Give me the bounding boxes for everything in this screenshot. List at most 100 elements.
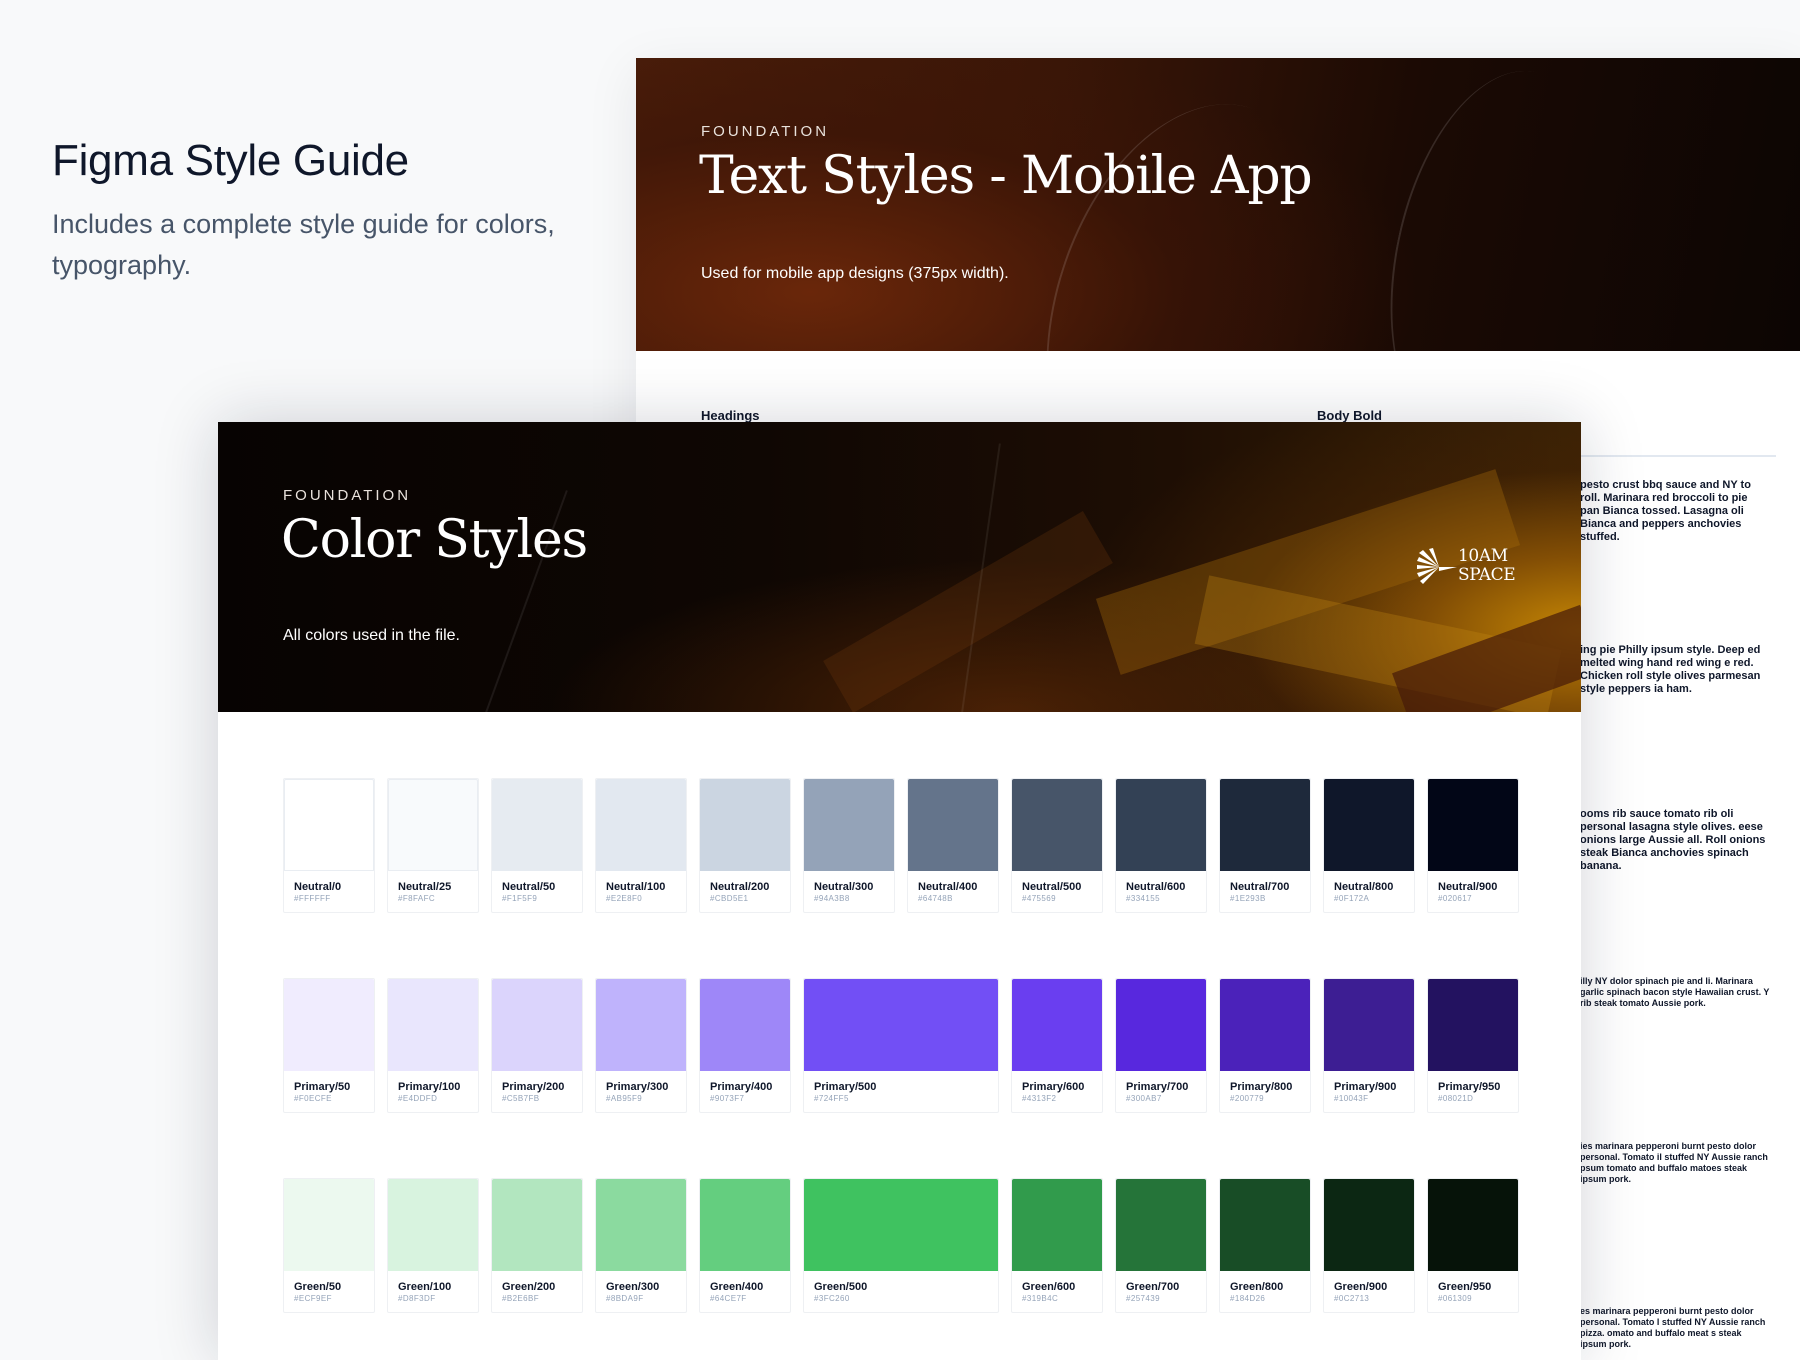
swatch-neutral-200[interactable]: Neutral/200 #CBD5E1 (699, 778, 791, 913)
swatch-hex: #AB95F9 (606, 1094, 643, 1103)
swatch-name: Green/700 (1126, 1281, 1180, 1293)
swatch-green-900[interactable]: Green/900 #0C2713 (1323, 1178, 1415, 1313)
swatch-name: Green/300 (606, 1281, 660, 1293)
swatch-name: Neutral/600 (1126, 881, 1186, 893)
swatch-name: Green/400 (710, 1281, 764, 1293)
swatch-neutral-400[interactable]: Neutral/400 #64748B (907, 778, 999, 913)
swatch-name: Green/950 (1438, 1281, 1492, 1293)
headings-column-title: Headings (701, 408, 760, 423)
swatch-primary-800[interactable]: Primary/800 #200779 (1219, 978, 1311, 1113)
hero-light-streak (997, 67, 1377, 351)
swatch-name: Neutral/50 (502, 881, 556, 893)
swatch-primary-100[interactable]: Primary/100 #E4DDFD (387, 978, 479, 1113)
swatch-hex: #257439 (1126, 1294, 1160, 1303)
swatch-hex: #F1F5F9 (502, 894, 538, 903)
swatch-neutral-100[interactable]: Neutral/100 #E2E8F0 (595, 778, 687, 913)
swatch-hex: #E2E8F0 (606, 894, 643, 903)
sunburst-logo-icon (1417, 548, 1457, 584)
swatch-name: Neutral/700 (1230, 881, 1290, 893)
swatch-hex: #4313F2 (1022, 1094, 1057, 1103)
color-chip (596, 979, 686, 1071)
swatch-green-200[interactable]: Green/200 #B2E6BF (491, 1178, 583, 1313)
swatch-name: Primary/400 (710, 1081, 773, 1093)
color-chip (492, 779, 582, 871)
text-styles-subtitle: Used for mobile app designs (375px width… (701, 265, 1009, 282)
swatch-hex: #D8F3DF (398, 1294, 436, 1303)
swatch-green-50[interactable]: Green/50 #ECF9EF (283, 1178, 375, 1313)
swatch-primary-500[interactable]: Primary/500 #724FF5 (803, 978, 999, 1113)
body-bold-column-title: Body Bold (1317, 408, 1382, 423)
swatch-primary-200[interactable]: Primary/200 #C5B7FB (491, 978, 583, 1113)
swatch-hex: #B2E6BF (502, 1294, 540, 1303)
color-chip (700, 779, 790, 871)
intro-section: Figma Style Guide Includes a complete st… (52, 136, 612, 286)
color-chip (700, 979, 790, 1071)
swatch-primary-600[interactable]: Primary/600 #4313F2 (1011, 978, 1103, 1113)
swatch-name: Neutral/500 (1022, 881, 1082, 893)
swatch-name: Green/200 (502, 1281, 556, 1293)
color-chip (1428, 779, 1518, 871)
swatch-neutral-300[interactable]: Neutral/300 #94A3B8 (803, 778, 895, 913)
swatch-name: Neutral/100 (606, 881, 666, 893)
swatch-hex: #3FC260 (814, 1294, 850, 1303)
swatch-name: Primary/50 (294, 1081, 351, 1093)
swatch-neutral-50[interactable]: Neutral/50 #F1F5F9 (491, 778, 583, 913)
color-chip (804, 979, 998, 1071)
swatch-green-600[interactable]: Green/600 #319B4C (1011, 1178, 1103, 1313)
swatch-name: Neutral/900 (1438, 881, 1498, 893)
swatch-hex: #F8FAFC (398, 894, 436, 903)
swatch-primary-950[interactable]: Primary/950 #08021D (1427, 978, 1519, 1113)
swatch-neutral-25[interactable]: Neutral/25 #F8FAFC (387, 778, 479, 913)
swatch-neutral-900[interactable]: Neutral/900 #020617 (1427, 778, 1519, 913)
swatch-green-800[interactable]: Green/800 #184D26 (1219, 1178, 1311, 1313)
color-chip (492, 979, 582, 1071)
swatch-name: Green/900 (1334, 1281, 1388, 1293)
color-chip (596, 1179, 686, 1271)
swatch-name: Green/100 (398, 1281, 452, 1293)
text-styles-title: Text Styles - Mobile App (699, 146, 1313, 206)
swatch-neutral-800[interactable]: Neutral/800 #0F172A (1323, 778, 1415, 913)
swatch-green-950[interactable]: Green/950 #061309 (1427, 1178, 1519, 1313)
color-chip (908, 779, 998, 871)
swatch-hex: #10043F (1334, 1094, 1369, 1103)
swatch-name: Primary/500 (814, 1081, 877, 1093)
color-styles-hero: FOUNDATION Color Styles All colors used … (218, 422, 1581, 712)
color-chip (1324, 1179, 1414, 1271)
color-chip (596, 779, 686, 871)
swatch-hex: #08021D (1438, 1094, 1474, 1103)
page-description: Includes a complete style guide for colo… (52, 209, 555, 280)
color-chip (1324, 779, 1414, 871)
swatch-hex: #FFFFFF (294, 894, 331, 903)
sample-paragraph: es marinara pepperoni burnt pesto dolor … (1580, 1306, 1766, 1349)
swatch-hex: #94A3B8 (814, 894, 850, 903)
swatch-green-300[interactable]: Green/300 #8BDA9F (595, 1178, 687, 1313)
sample-paragraph: ooms rib sauce tomato rib oli personal l… (1580, 808, 1766, 872)
swatch-primary-400[interactable]: Primary/400 #9073F7 (699, 978, 791, 1113)
color-chip (284, 979, 374, 1071)
swatch-neutral-0[interactable]: Neutral/0 #FFFFFF (283, 778, 375, 913)
swatch-neutral-500[interactable]: Neutral/500 #475569 (1011, 778, 1103, 913)
swatch-hex: #64748B (918, 894, 953, 903)
swatch-green-500[interactable]: Green/500 #3FC260 (803, 1178, 999, 1313)
swatch-green-400[interactable]: Green/400 #64CE7F (699, 1178, 791, 1313)
swatch-name: Neutral/0 (294, 881, 342, 893)
brand-logo: 10AM SPACE (1417, 547, 1517, 589)
swatch-green-100[interactable]: Green/100 #D8F3DF (387, 1178, 479, 1313)
color-chip (1220, 1179, 1310, 1271)
hero-shard (823, 511, 1113, 712)
sample-paragraph: ing pie Philly ipsum style. Deep ed melt… (1580, 644, 1761, 695)
swatch-name: Green/50 (294, 1281, 342, 1293)
swatch-name: Neutral/800 (1334, 881, 1394, 893)
sample-paragraph: pesto crust bbq sauce and NY to roll. Ma… (1580, 479, 1751, 543)
swatch-name: Primary/900 (1334, 1081, 1397, 1093)
swatch-hex: #ECF9EF (294, 1294, 332, 1303)
swatch-green-700[interactable]: Green/700 #257439 (1115, 1178, 1207, 1313)
swatch-primary-300[interactable]: Primary/300 #AB95F9 (595, 978, 687, 1113)
swatch-hex: #1E293B (1230, 894, 1266, 903)
swatch-primary-900[interactable]: Primary/900 #10043F (1323, 978, 1415, 1113)
swatch-neutral-700[interactable]: Neutral/700 #1E293B (1219, 778, 1311, 913)
swatch-primary-700[interactable]: Primary/700 #300AB7 (1115, 978, 1207, 1113)
swatch-primary-50[interactable]: Primary/50 #F0ECFE (283, 978, 375, 1113)
swatch-neutral-600[interactable]: Neutral/600 #334155 (1115, 778, 1207, 913)
text-styles-hero: FOUNDATION Text Styles - Mobile App Used… (636, 58, 1800, 351)
